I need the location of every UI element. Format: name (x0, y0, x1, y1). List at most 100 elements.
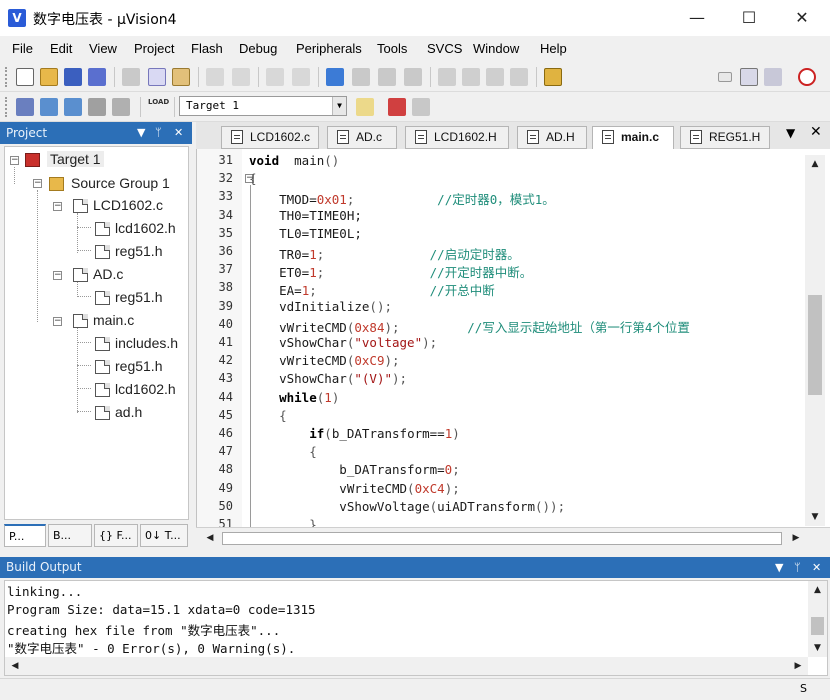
tree-expand-toggle[interactable]: − (33, 179, 42, 188)
close-icon[interactable]: ✕ (812, 557, 821, 578)
tab-project[interactable]: P... (4, 524, 46, 547)
tab-lcd1602-c[interactable]: LCD1602.c (221, 126, 319, 149)
close-icon[interactable]: ✕ (174, 122, 183, 144)
tree-item-file[interactable]: reg51.h (115, 289, 162, 305)
code-editor[interactable]: 31 32 33 34 35 36 37 38 39 40 41 42 43 44 45 46 47 48 49 50… (196, 149, 830, 532)
tree-item-file[interactable]: LCD1602.c (93, 197, 163, 213)
save-icon[interactable] (64, 68, 82, 86)
bookmark-icon[interactable] (326, 68, 344, 86)
panel-menu-icon[interactable]: ▼ (137, 122, 145, 144)
tab-lcd1602-h[interactable]: LCD1602.H (405, 126, 509, 149)
close-icon[interactable]: ✕ (810, 124, 822, 140)
tree-expand-toggle[interactable]: − (53, 271, 62, 280)
menu-edit[interactable]: Edit (50, 41, 72, 56)
pin-icon[interactable]: ᛘ (794, 557, 801, 578)
scroll-right-icon[interactable]: ▶ (788, 657, 808, 675)
config-icon[interactable] (764, 68, 782, 86)
nav-forward-icon[interactable] (292, 68, 310, 86)
scrollbar-thumb[interactable] (811, 617, 824, 635)
redo-icon[interactable] (232, 68, 250, 86)
tree-item-target[interactable]: Target 1 (47, 151, 104, 167)
find-in-files-icon[interactable] (544, 68, 562, 86)
tree-expand-toggle[interactable]: − (10, 156, 19, 165)
unindent-icon[interactable] (462, 68, 480, 86)
menu-view[interactable]: View (89, 41, 117, 56)
tab-ad-h[interactable]: AD.H (517, 126, 587, 149)
output-vertical-scrollbar[interactable]: ▲ ▼ (808, 581, 827, 657)
tab-main-c[interactable]: main.c (592, 126, 674, 150)
bookmark-clear-icon[interactable] (404, 68, 422, 86)
copy-icon[interactable] (148, 68, 166, 86)
combo-dropdown-icon[interactable] (718, 72, 732, 82)
scroll-down-icon[interactable]: ▼ (805, 508, 825, 526)
output-horizontal-scrollbar[interactable]: ◀ ▶ (5, 657, 808, 675)
scroll-down-icon[interactable]: ▼ (808, 639, 827, 657)
tree-item-file[interactable]: reg51.h (115, 243, 162, 259)
chevron-down-icon[interactable]: ▼ (332, 97, 346, 115)
menu-debug[interactable]: Debug (239, 41, 277, 56)
menu-help[interactable]: Help (540, 41, 567, 56)
rebuild-icon[interactable] (64, 98, 82, 116)
scroll-right-icon[interactable]: ▶ (786, 529, 806, 547)
scroll-up-icon[interactable]: ▲ (805, 155, 825, 173)
tree-item-file[interactable]: lcd1602.h (115, 220, 176, 236)
build-icon[interactable] (40, 98, 58, 116)
uncomment-icon[interactable] (510, 68, 528, 86)
batch-build-icon[interactable] (88, 98, 106, 116)
scrollbar-thumb[interactable] (222, 532, 782, 545)
tree-expand-toggle[interactable]: − (53, 317, 62, 326)
minimize-button[interactable]: — (671, 0, 723, 36)
menu-tools[interactable]: Tools (377, 41, 407, 56)
save-all-icon[interactable] (88, 68, 106, 86)
tree-expand-toggle[interactable]: − (53, 202, 62, 211)
menu-file[interactable]: File (12, 41, 33, 56)
editor-horizontal-scrollbar[interactable]: ◀ ▶ (196, 527, 830, 548)
tab-reg51-h[interactable]: REG51.H (680, 126, 770, 149)
manage-icon[interactable] (412, 98, 430, 116)
tab-books[interactable]: B... (48, 524, 92, 547)
bookmark-prev-icon[interactable] (352, 68, 370, 86)
comment-icon[interactable] (486, 68, 504, 86)
tree-item-file[interactable]: main.c (93, 312, 134, 328)
scroll-up-icon[interactable]: ▲ (808, 581, 827, 599)
new-file-icon[interactable] (16, 68, 34, 86)
target-options-icon[interactable] (356, 98, 374, 116)
menu-flash[interactable]: Flash (191, 41, 223, 56)
indent-icon[interactable] (438, 68, 456, 86)
scroll-left-icon[interactable]: ◀ (200, 529, 220, 547)
tree-item-file[interactable]: ad.h (115, 404, 142, 420)
toolbar-grip[interactable] (5, 97, 8, 117)
tree-item-source-group[interactable]: Source Group 1 (71, 175, 170, 191)
cut-icon[interactable] (122, 68, 140, 86)
nav-back-icon[interactable] (266, 68, 284, 86)
tab-ad-c[interactable]: AD.c (327, 126, 397, 149)
menu-peripherals[interactable]: Peripherals (296, 41, 362, 56)
tab-functions[interactable]: {} F... (94, 524, 138, 547)
maximize-button[interactable]: ☐ (723, 0, 775, 36)
panel-menu-icon[interactable]: ▼ (775, 557, 783, 578)
pin-icon[interactable]: ᛘ (155, 122, 162, 144)
stop-build-icon[interactable] (112, 98, 130, 116)
build-output-pane[interactable]: linking... Program Size: data=15.1 xdata… (4, 580, 828, 676)
tab-templates[interactable]: 0↓ T... (140, 524, 188, 547)
tab-list-icon[interactable]: ▼ (786, 126, 795, 140)
target-select[interactable]: Target 1 ▼ (179, 96, 347, 116)
translate-icon[interactable] (16, 98, 34, 116)
settings-icon[interactable] (740, 68, 758, 86)
load-icon[interactable]: LOAD (148, 98, 169, 116)
paste-icon[interactable] (172, 68, 190, 86)
editor-vertical-scrollbar[interactable]: ▲ ▼ (805, 155, 825, 526)
tree-item-file[interactable]: lcd1602.h (115, 381, 176, 397)
menu-svcs[interactable]: SVCS (427, 41, 462, 56)
tree-item-file[interactable]: AD.c (93, 266, 123, 282)
scrollbar-thumb[interactable] (808, 295, 822, 395)
tree-item-file[interactable]: includes.h (115, 335, 178, 351)
tree-item-file[interactable]: reg51.h (115, 358, 162, 374)
menu-window[interactable]: Window (473, 41, 519, 56)
menu-project[interactable]: Project (134, 41, 174, 56)
bookmark-next-icon[interactable] (378, 68, 396, 86)
undo-icon[interactable] (206, 68, 224, 86)
close-button[interactable]: ✕ (776, 0, 828, 36)
components-icon[interactable] (388, 98, 406, 116)
debug-start-icon[interactable] (798, 68, 816, 86)
